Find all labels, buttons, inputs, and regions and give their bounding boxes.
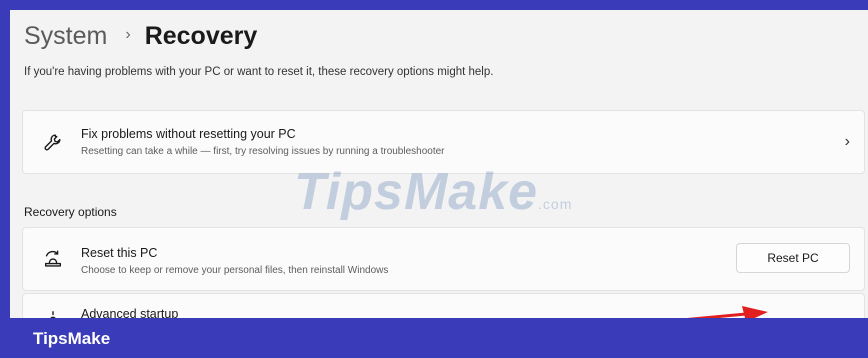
wrench-icon [42, 131, 64, 153]
footer-bar: TipsMake [0, 318, 868, 358]
intro-text: If you're having problems with your PC o… [24, 66, 494, 78]
reset-pc-button[interactable]: Reset PC [736, 243, 850, 273]
breadcrumb-system[interactable]: System [24, 22, 107, 51]
fix-problems-title: Fix problems without resetting your PC [81, 127, 296, 141]
watermark-suffix: .com [538, 196, 573, 212]
footer-brand-logo: TipsMake [33, 329, 111, 348]
reset-pc-icon [42, 248, 64, 270]
breadcrumb: System › Recovery [24, 16, 257, 56]
reset-pc-description: Choose to keep or remove your personal f… [81, 265, 389, 276]
breadcrumb-separator: › [125, 26, 131, 43]
reset-pc-title: Reset this PC [81, 246, 158, 260]
page-title: Recovery [144, 21, 258, 50]
annotation-arrow-icon [686, 306, 768, 318]
advanced-startup-icon [42, 309, 64, 318]
settings-window: System › Recovery If you're having probl… [10, 10, 868, 318]
reset-this-pc-card: Reset this PC Choose to keep or remove y… [22, 227, 865, 291]
watermark: TipsMake.com [294, 163, 573, 221]
chevron-right-icon[interactable]: › [845, 133, 850, 151]
advanced-startup-title: Advanced startup [81, 307, 179, 318]
recovery-options-heading: Recovery options [24, 205, 117, 219]
fix-problems-description: Resetting can take a while — first, try … [81, 146, 445, 157]
